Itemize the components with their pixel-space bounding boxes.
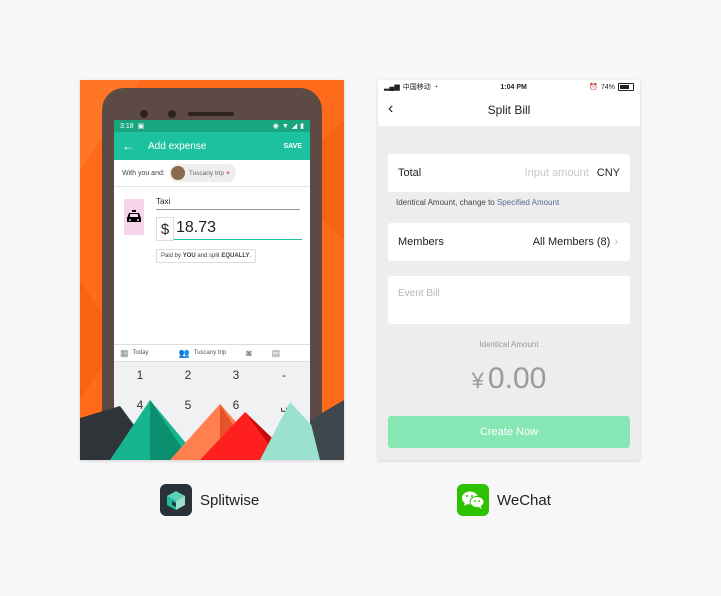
app-bar: ← Add expense SAVE bbox=[114, 132, 310, 160]
splitwise-logo-icon bbox=[160, 484, 192, 516]
heart-icon: ♥ bbox=[225, 169, 230, 177]
paid-mid: and split bbox=[195, 253, 222, 259]
wechat-caption: WeChat bbox=[457, 484, 551, 516]
calendar-icon: ▦ bbox=[120, 347, 129, 358]
identical-amount-label: Identical Amount bbox=[479, 340, 539, 349]
signal-icon: ▂▄▆ bbox=[384, 84, 400, 91]
split-mode-note-text: Identical Amount, change to bbox=[396, 198, 497, 207]
split-equally: EQUALLY bbox=[221, 253, 250, 259]
event-bill-placeholder: Event Bill bbox=[398, 288, 440, 299]
split-options-button[interactable]: Paid by YOU and split EQUALLY. bbox=[156, 249, 257, 263]
save-button[interactable]: SAVE bbox=[283, 143, 302, 150]
total-label: Total bbox=[398, 167, 422, 179]
page-title: Add expense bbox=[148, 140, 207, 152]
battery-icon: ▮ bbox=[300, 123, 304, 130]
yen-symbol: ¥ bbox=[471, 368, 484, 393]
expense-toolbar: ▦ Today 👥 Tuscany trip ◙ ▤ bbox=[114, 344, 310, 362]
date-label: Today bbox=[132, 350, 149, 356]
split-mode-note: Identical Amount, change to Specified Am… bbox=[396, 198, 559, 207]
key-2[interactable]: 2 bbox=[168, 368, 208, 382]
status-bar: ▂▄▆ 中国移动 ◔ 1:04 PM ⏰ 74% bbox=[378, 80, 640, 94]
wechat-logo-icon bbox=[457, 484, 489, 516]
eye-icon: ◉ bbox=[272, 123, 279, 130]
group-label: Tuscany trip bbox=[193, 350, 227, 356]
event-bill-input[interactable]: Event Bill bbox=[388, 276, 630, 324]
specified-amount-link[interactable]: Specified Amount bbox=[497, 198, 559, 207]
description-input[interactable]: Taxi bbox=[156, 197, 300, 210]
with-row: With you and: Tuscany trip ♥ bbox=[114, 160, 310, 187]
group-button[interactable]: 👥 Tuscany trip bbox=[173, 348, 233, 359]
key-1[interactable]: 1 bbox=[120, 368, 160, 382]
splitwise-screenshot-card: 3:18 ▣ ◉ ▼ ◢ ▮ ← Add expense SAVE With y… bbox=[80, 80, 344, 460]
currency-label: CNY bbox=[596, 167, 620, 179]
paid-suffix: . bbox=[249, 253, 252, 259]
members-label: Members bbox=[398, 236, 444, 248]
key-3[interactable]: 3 bbox=[216, 368, 256, 382]
total-amount-input[interactable]: Input amount bbox=[525, 167, 589, 179]
members-value: All Members (8) bbox=[532, 236, 611, 248]
image-icon: ▣ bbox=[137, 123, 145, 130]
status-time: 1:04 PM bbox=[500, 83, 527, 91]
paid-prefix: Paid by bbox=[161, 253, 183, 259]
camera-icon: ◙ bbox=[246, 348, 252, 358]
carrier-name: 中国移动 bbox=[402, 84, 431, 91]
taxi-icon bbox=[127, 210, 141, 222]
camera-button[interactable]: ◙ bbox=[240, 348, 257, 358]
back-chevron-icon[interactable]: ‹ bbox=[388, 100, 393, 118]
camera-icon bbox=[140, 110, 148, 118]
amount-value: 0.00 bbox=[487, 362, 547, 395]
notes-button[interactable]: ▤ bbox=[266, 348, 287, 359]
status-bar: 3:18 ▣ ◉ ▼ ◢ ▮ bbox=[114, 120, 310, 132]
expense-form: Taxi $ 18.73 Paid by YOU and split EQUAL… bbox=[114, 187, 310, 337]
paid-by-you: YOU bbox=[182, 253, 196, 259]
signal-icon: ◢ bbox=[291, 123, 298, 130]
wechat-app-name: WeChat bbox=[497, 491, 551, 509]
amount-input[interactable]: 18.73 bbox=[174, 217, 302, 240]
amount-display: ¥0.00 bbox=[378, 362, 640, 396]
splitwise-caption: Splitwise bbox=[160, 484, 259, 516]
chevron-right-icon: › bbox=[614, 236, 618, 248]
navigation-bar: ‹ Split Bill bbox=[378, 94, 640, 126]
page-title: Split Bill bbox=[487, 103, 531, 117]
wifi-icon: ▼ bbox=[281, 122, 289, 130]
battery-percent: 74% bbox=[600, 83, 615, 91]
alarm-icon: ⏰ bbox=[589, 84, 598, 91]
key-minus[interactable]: - bbox=[264, 368, 304, 382]
splitwise-app-name: Splitwise bbox=[200, 491, 260, 509]
members-row[interactable]: Members All Members (8) › bbox=[388, 223, 630, 261]
group-icon: 👥 bbox=[178, 347, 190, 358]
date-button[interactable]: ▦ Today bbox=[114, 348, 155, 359]
with-label: With you and: bbox=[122, 169, 165, 177]
mountains-illustration bbox=[80, 400, 344, 460]
category-button[interactable] bbox=[124, 199, 144, 235]
status-time: 3:18 bbox=[120, 122, 134, 130]
wechat-screenshot-card: ▂▄▆ 中国移动 ◔ 1:04 PM ⏰ 74% ‹ Split Bill To… bbox=[378, 80, 640, 460]
comment-icon: ▤ bbox=[271, 347, 281, 358]
create-now-button[interactable]: Create Now bbox=[388, 416, 630, 448]
battery-icon bbox=[617, 83, 634, 91]
group-chip[interactable]: Tuscany trip ♥ bbox=[168, 164, 236, 182]
sensor-icon bbox=[168, 110, 176, 118]
currency-button[interactable]: $ bbox=[156, 217, 174, 241]
group-avatar bbox=[170, 166, 185, 180]
back-arrow-icon[interactable]: ← bbox=[122, 139, 142, 153]
speaker-icon bbox=[188, 112, 234, 116]
total-row: Total Input amount CNY bbox=[388, 154, 630, 192]
group-chip-label: Tuscany trip bbox=[188, 169, 224, 177]
wifi-icon: ◔ bbox=[433, 83, 438, 91]
